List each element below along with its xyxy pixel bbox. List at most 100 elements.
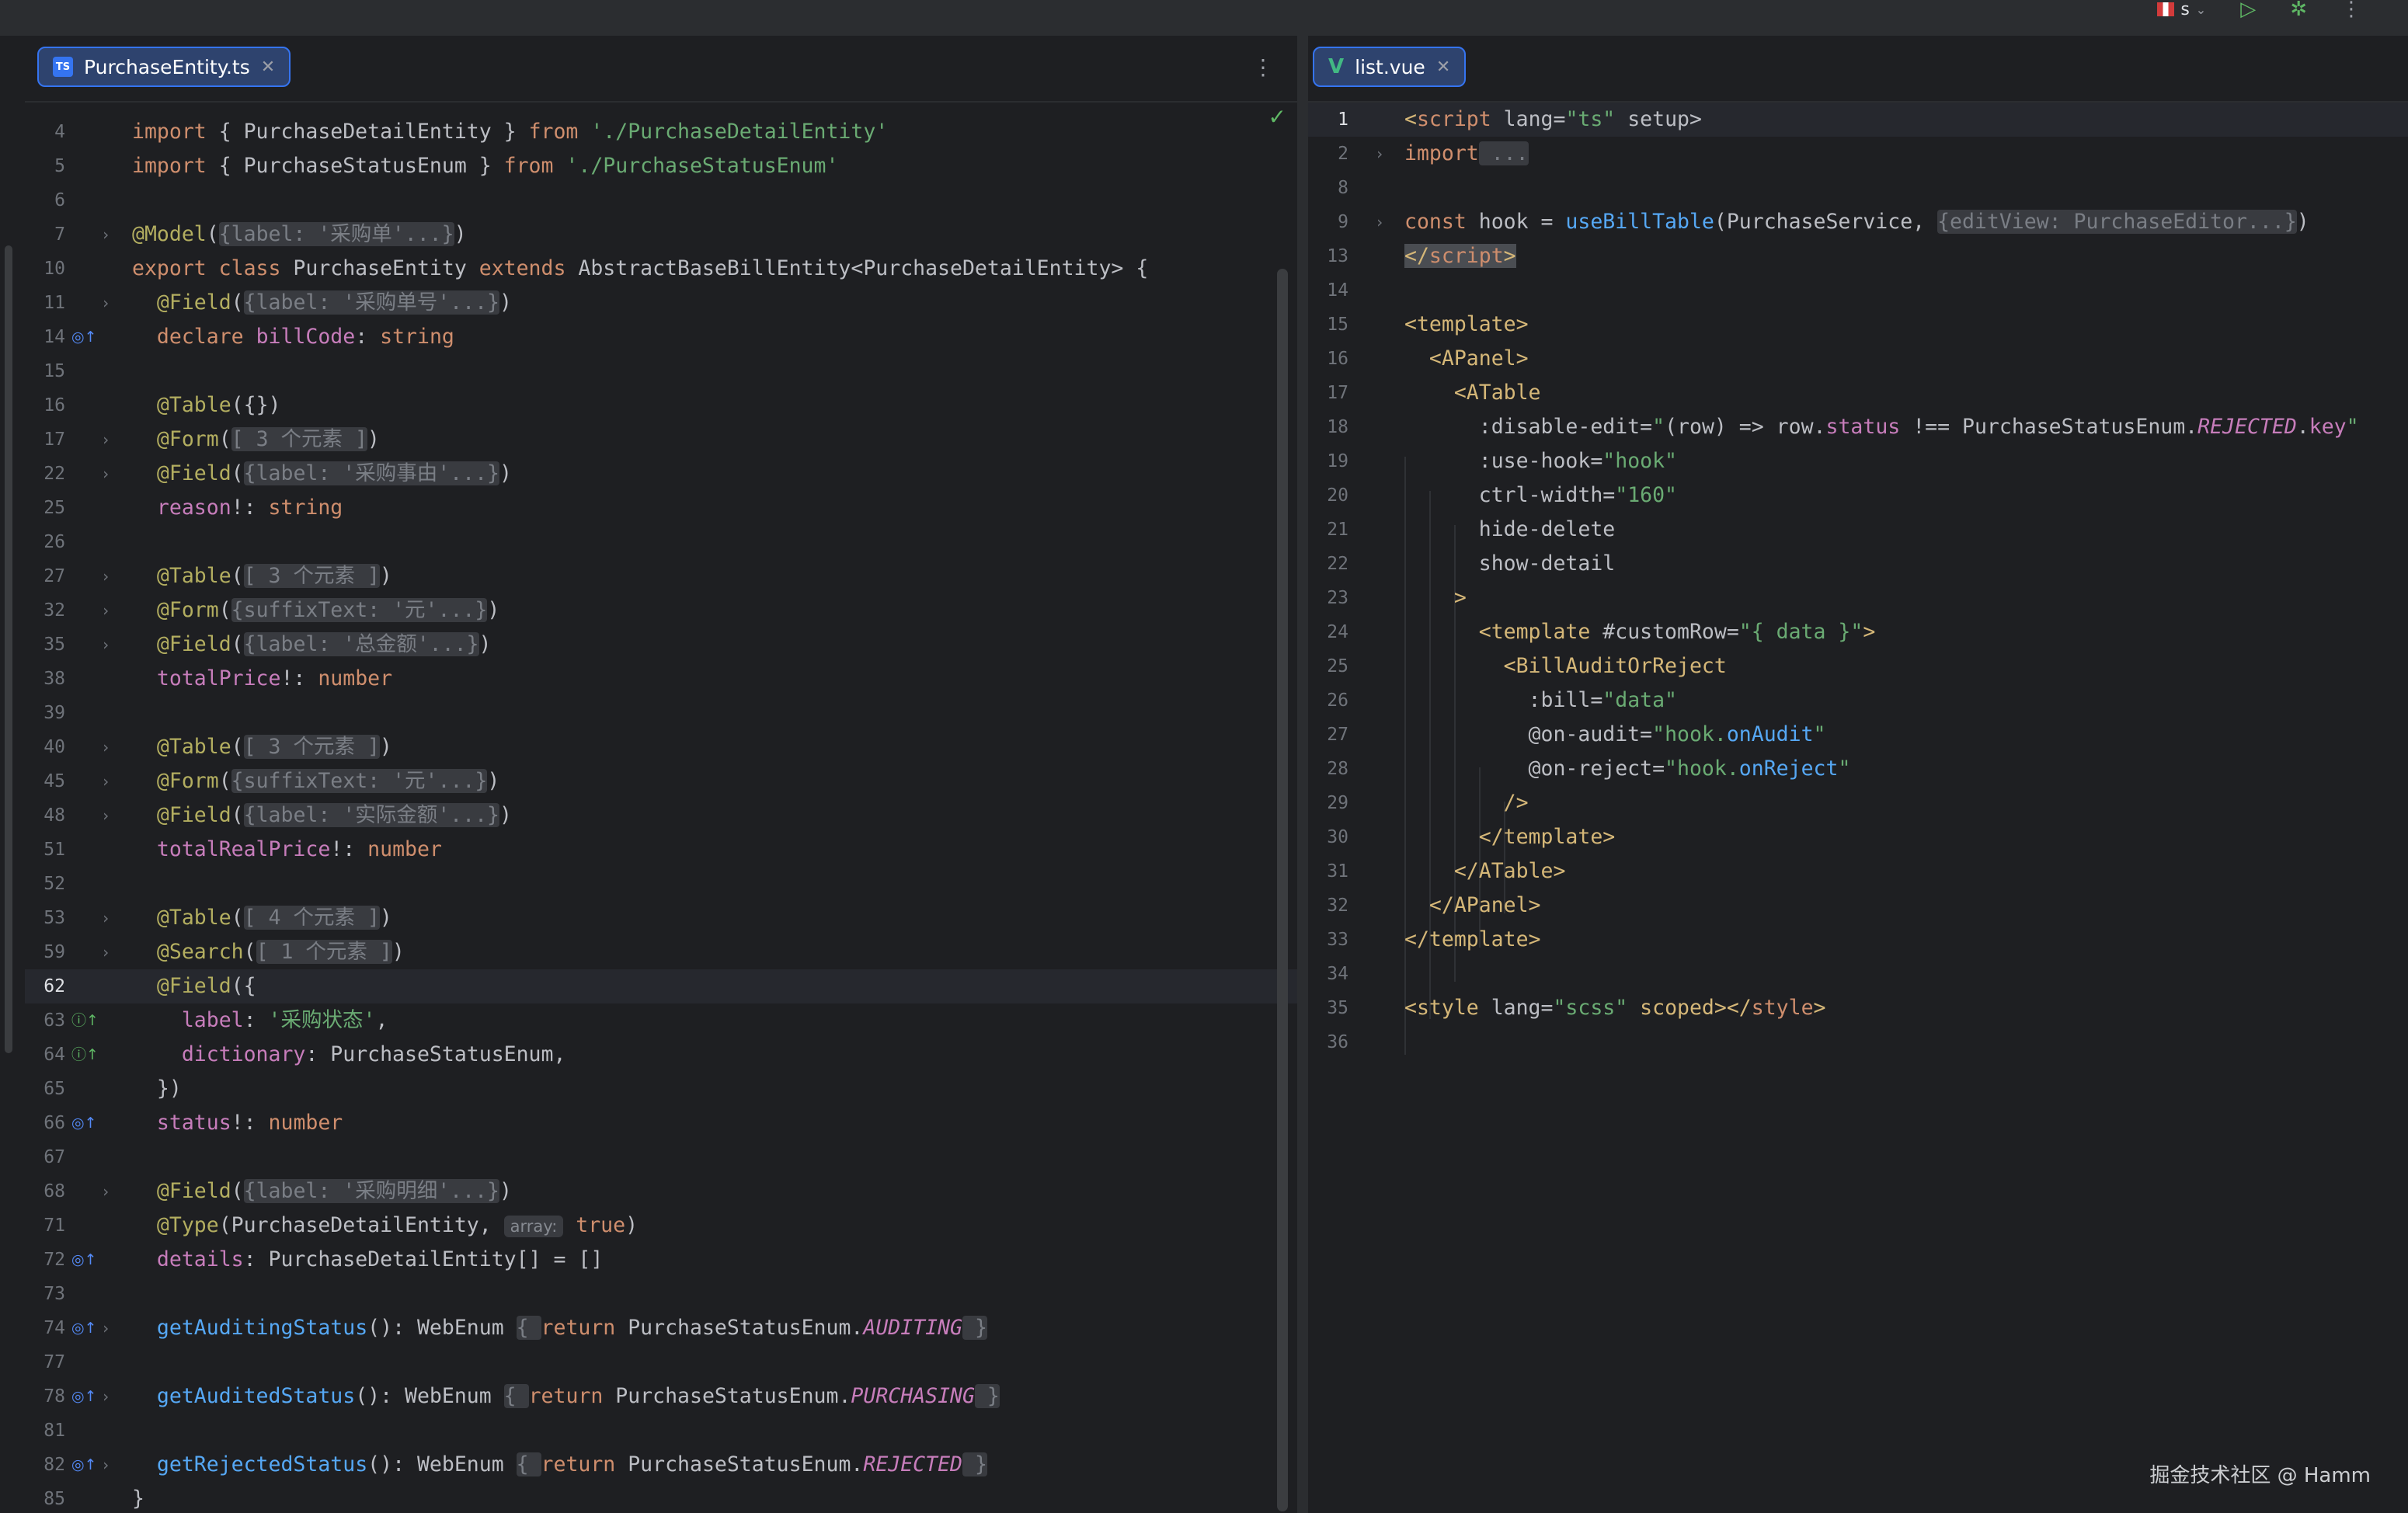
folded-region[interactable]: {label: '采购明细'...} [243,1179,499,1203]
token: (): WebEnum [367,1452,517,1476]
fold-arrow-icon[interactable]: › [101,901,110,935]
token: ) [625,1213,639,1237]
code-line: 16 <APanel> [1308,342,2408,376]
tool-window-scroll[interactable] [5,245,12,1053]
folded-region[interactable]: {suffixText: '元'...} [231,598,488,622]
fold-arrow-icon[interactable]: › [101,559,110,593]
folded-region[interactable]: {label: '实际金额'...} [243,803,499,827]
fold-arrow-icon[interactable]: › [1375,205,1384,239]
folded-region[interactable]: } [962,1316,987,1340]
token: < [1404,107,1417,131]
folded-region[interactable]: {suffixText: '元'...} [231,769,488,793]
folded-region[interactable]: {label: '采购单'...} [218,222,454,246]
tab-purchase-entity[interactable]: TS PurchaseEntity.ts ✕ [37,47,291,87]
line-number: 51 [43,840,65,860]
override-marker-icon[interactable]: ◎↑ [71,320,97,354]
token: PurchaseStatusEnum. [615,1316,864,1340]
token: ( [231,290,244,315]
token: ) [499,803,512,827]
fold-arrow-icon[interactable]: › [101,935,110,969]
fold-arrow-icon[interactable]: › [101,1311,110,1345]
folded-region[interactable]: [ 3 个元素 ] [243,564,380,588]
close-icon[interactable]: ✕ [261,57,275,77]
fold-arrow-icon[interactable]: › [101,798,110,833]
token: onReject [1738,756,1839,781]
tab-options-icon[interactable]: ⋮ [1252,54,1274,80]
vertical-scrollbar[interactable] [1277,269,1288,1511]
override-marker-icon[interactable]: ◎↑ [71,1106,97,1140]
tab-list-vue[interactable]: V list.vue ✕ [1313,47,1467,87]
token: ( [231,564,244,588]
folded-region[interactable]: [ 3 个元素 ] [243,735,380,759]
token: show-detail [1478,551,1616,576]
override-marker-icon[interactable]: ◎↑ [71,1243,97,1277]
code-line: 4 import { PurchaseDetailEntity } from '.… [25,115,1297,149]
folded-region[interactable]: {editView: PurchaseEditor...} [1937,210,2297,234]
token: } [132,1487,144,1511]
folded-region[interactable]: {label: '总金额'...} [243,632,479,656]
fold-arrow-icon[interactable]: › [101,764,110,798]
debug-bug-icon[interactable]: ✲ [2290,0,2307,19]
fold-arrow-icon[interactable]: › [101,217,110,252]
folded-region[interactable]: { [516,1316,541,1340]
override-marker-icon[interactable]: ◎↑ [71,1448,97,1482]
override-marker-icon[interactable]: ◎↑ [71,1379,97,1414]
fold-arrow-icon[interactable]: › [1375,137,1384,171]
folded-region[interactable]: { [516,1452,541,1476]
code-line: 17 › @Form([ 3 个元素 ]) [25,423,1297,457]
fold-arrow-icon[interactable]: › [101,1174,110,1209]
folded-region[interactable]: { [503,1384,529,1408]
implement-marker-icon[interactable]: ⓘ↑ [71,1003,99,1038]
token: ( [231,632,244,656]
folded-region[interactable]: {label: '采购单号'...} [243,290,499,315]
folded-region[interactable]: [ 4 个元素 ] [243,906,380,930]
override-marker-icon[interactable]: ◎↑ [71,1311,97,1345]
folded-region[interactable]: ... [1478,141,1529,165]
line-number: 77 [43,1352,65,1372]
fold-arrow-icon[interactable]: › [101,593,110,628]
token: totalRealPrice [156,837,331,861]
fold-arrow-icon[interactable]: › [101,1448,110,1482]
folded-region[interactable]: {label: '采购事由'...} [243,461,499,485]
fold-arrow-icon[interactable]: › [101,286,110,320]
line-number: 30 [1327,827,1348,847]
more-vertical-icon[interactable]: ⋮ [2341,0,2361,19]
close-icon[interactable]: ✕ [1436,57,1450,77]
line-number: 13 [1327,246,1348,266]
token: label [181,1008,244,1032]
fold-arrow-icon[interactable]: › [101,423,110,457]
token: lang= [1478,996,1554,1020]
token: number [367,837,442,861]
token: ) [454,222,467,246]
token: ( [231,461,244,485]
folded-region[interactable]: } [962,1452,987,1476]
token: details [156,1247,244,1271]
token: declare [156,325,244,349]
line-number: 71 [43,1216,65,1236]
code-line: 22 show-detail [1308,547,2408,581]
token: @Field [156,461,231,485]
line-number: 67 [43,1147,65,1167]
code-line: 32 </APanel> [1308,889,2408,923]
code-line: 16 @Table({}) [25,388,1297,423]
token: hook. [1665,722,1727,746]
fold-arrow-icon[interactable]: › [101,628,110,662]
token: @on-audit= [1528,722,1653,746]
code-line: 85} [25,1482,1297,1513]
folded-region[interactable]: [ 1 个元素 ] [256,940,392,964]
fold-arrow-icon[interactable]: › [101,457,110,491]
code-line: 30 </template> [1308,820,2408,854]
user-menu[interactable]: s ⌄ [2157,0,2206,19]
fold-arrow-icon[interactable]: › [101,730,110,764]
folded-region[interactable]: [ 3 个元素 ] [231,427,367,451]
fold-arrow-icon[interactable]: › [101,1379,110,1414]
code-line: 78 ◎↑ › getAuditedStatus(): WebEnum { retu… [25,1379,1297,1414]
token: return [541,1316,616,1340]
split-divider[interactable] [1297,36,1308,1513]
line-number: 7 [54,224,65,245]
token: @Field [156,290,231,315]
implement-marker-icon[interactable]: ⓘ↑ [71,1038,99,1072]
run-triangle-icon[interactable]: ▷ [2240,0,2256,19]
token: ) [499,290,512,315]
folded-region[interactable]: } [974,1384,1000,1408]
